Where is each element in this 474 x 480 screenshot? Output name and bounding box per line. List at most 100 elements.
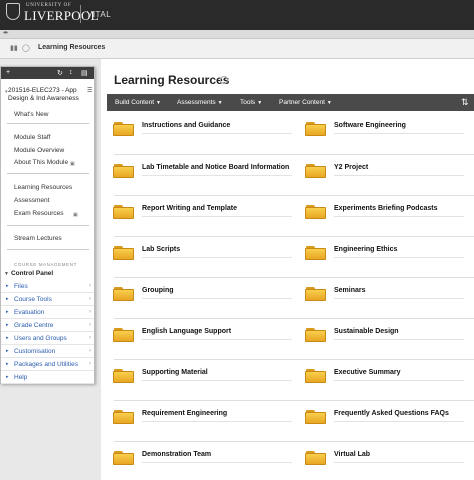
sidebar-item-assessment[interactable]: Assessment [14,197,49,204]
action-bar: Build Content ▼ Assessments ▼ Tools ▼ Partn… [107,94,474,111]
menu-divider [7,173,89,174]
sidebar-item-about-module[interactable]: About This Module [14,159,68,166]
folder-icon[interactable] [113,410,134,424]
folder-icon[interactable] [113,205,134,219]
folder-link-left-5[interactable]: English Language Support [142,328,231,335]
bullet-icon: ▸ [6,322,9,328]
control-panel-item-label: Files [14,283,28,290]
sort-icon[interactable]: ⇅ [461,97,469,108]
control-panel-item-evaluation[interactable]: ▸ Evaluation › [1,307,94,319]
label-underline [334,257,464,258]
sidebar-item-exam-resources[interactable]: Exam Resources [14,210,64,217]
tools-menu[interactable]: Tools ▼ [240,99,262,106]
folder-icon[interactable] [113,246,134,260]
system-name[interactable]: VITAL [87,10,111,19]
folder-icon[interactable] [113,287,134,301]
control-panel-item-users-groups[interactable]: ▸ Users and Groups › [1,333,94,345]
breadcrumb-title[interactable]: Learning Resources [38,44,105,51]
breadcrumb: ▮▮ ◯ Learning Resources [0,39,474,59]
control-panel-item-grade-centre[interactable]: ▸ Grade Centre › [1,320,94,332]
folder-link-right-8[interactable]: Virtual Lab [334,451,370,458]
folder-link-right-4[interactable]: Seminars [334,287,366,294]
folder-icon[interactable] [305,205,326,219]
course-title[interactable]: 201516-ELEC273 - App Design & Ind Awaren… [8,87,84,102]
secondary-bar: ✒ [0,30,474,39]
bullet-icon: ▸ [6,335,9,341]
folder-link-right-3[interactable]: Engineering Ethics [334,246,397,253]
folder-link-left-4[interactable]: Grouping [142,287,174,294]
label-underline [142,257,292,258]
menu-divider [7,225,89,226]
folder-link-left-2[interactable]: Report Writing and Template [142,205,237,212]
folder-icon[interactable] [305,246,326,260]
assessments-menu[interactable]: Assessments ▼ [177,99,223,106]
chevron-down-icon: ▼ [156,100,161,106]
menu-toggle-icon[interactable]: ▮▮ [10,44,18,52]
control-panel-item-label: Customisation [14,348,56,355]
folder-link-left-1[interactable]: Lab Timetable and Notice Board Informati… [142,164,289,171]
pin-icon[interactable]: ✒ [3,29,9,37]
sidebar-item-stream-lectures[interactable]: Stream Lectures [14,235,62,242]
control-panel-item-course-tools[interactable]: ▸ Course Tools › [1,294,94,306]
control-panel-item-label: Evaluation [14,309,45,316]
folder-icon[interactable] [305,328,326,342]
folder-link-left-8[interactable]: Demonstration Team [142,451,211,458]
folder-link-left-3[interactable]: Lab Scripts [142,246,180,253]
refresh-icon[interactable] [220,76,228,84]
item-divider [114,318,474,319]
folder-link-right-2[interactable]: Experiments Briefing Podcasts [334,205,437,212]
sidebar-item-module-staff[interactable]: Module Staff [14,134,50,141]
folder-icon[interactable] [113,122,134,136]
menu-divider [7,249,89,250]
folder-link-right-7[interactable]: Frequently Asked Questions FAQs [334,410,449,417]
folder-link-right-5[interactable]: Sustainable Design [334,328,399,335]
sidebar-item-learning-resources[interactable]: Learning Resources [14,184,72,191]
partner-content-menu[interactable]: Partner Content ▼ [279,99,332,106]
folder-icon[interactable] [113,328,134,342]
folder-icon[interactable] [305,122,326,136]
sidebar-item-module-overview[interactable]: Module Overview [14,147,64,154]
folder-icon[interactable] [305,451,326,465]
bullet-icon: ▸ [6,348,9,354]
move-icon[interactable]: ↕ [69,69,73,76]
label-underline [334,339,464,340]
expand-icon[interactable]: ▾ [5,89,8,95]
course-settings-icon[interactable]: ☰ [87,87,92,94]
control-panel-item-packages[interactable]: ▸ Packages and Utilities › [1,359,94,371]
control-panel-label: Control Panel [10,270,54,277]
folder-icon[interactable] [305,410,326,424]
folder-link-left-6[interactable]: Supporting Material [142,369,208,376]
control-panel-item-label: Help [14,374,28,381]
folder-icon[interactable] [113,369,134,383]
build-content-menu[interactable]: Build Content ▼ [115,99,161,106]
folder-link-right-0[interactable]: Software Engineering [334,122,406,129]
label-underline [334,421,464,422]
control-panel-item-customisation[interactable]: ▸ Customisation › [1,346,94,358]
sidebar-item-whats-new[interactable]: What's New [14,111,48,118]
item-divider [114,236,474,237]
page-title: Learning Resources [114,73,230,87]
control-panel-item-label: Packages and Utilities [14,361,78,368]
folder-link-left-7[interactable]: Requirement Engineering [142,410,227,417]
folder-icon[interactable] [305,369,326,383]
folder-link-right-1[interactable]: Y2 Project [334,164,368,171]
folder-link-left-0[interactable]: Instructions and Guidance [142,122,230,129]
logo-divider [80,5,81,23]
label-underline [142,462,292,463]
plus-icon[interactable]: + [6,69,10,76]
control-panel-heading[interactable]: ▼ Control Panel [4,270,53,277]
course-menu-toolbar: + ↻ ↕ ▤ [1,67,94,79]
label-underline [334,175,464,176]
folder-icon[interactable] [305,287,326,301]
chevron-down-icon: ▼ [217,100,223,106]
refresh-icon[interactable]: ↻ [57,69,63,77]
panel-collapse-icon[interactable]: ▤ [81,69,88,77]
top-banner: UNIVERSITY OF LIVERPOOL VITAL [0,0,474,30]
folder-icon[interactable] [113,451,134,465]
folder-icon[interactable] [305,164,326,178]
control-panel-item-files[interactable]: ▸ Files › [1,281,94,293]
folder-icon[interactable] [113,164,134,178]
folder-link-right-6[interactable]: Executive Summary [334,369,401,376]
refresh-icon[interactable]: ◯ [22,44,30,52]
control-panel-item-help[interactable]: ▸ Help [1,372,94,384]
